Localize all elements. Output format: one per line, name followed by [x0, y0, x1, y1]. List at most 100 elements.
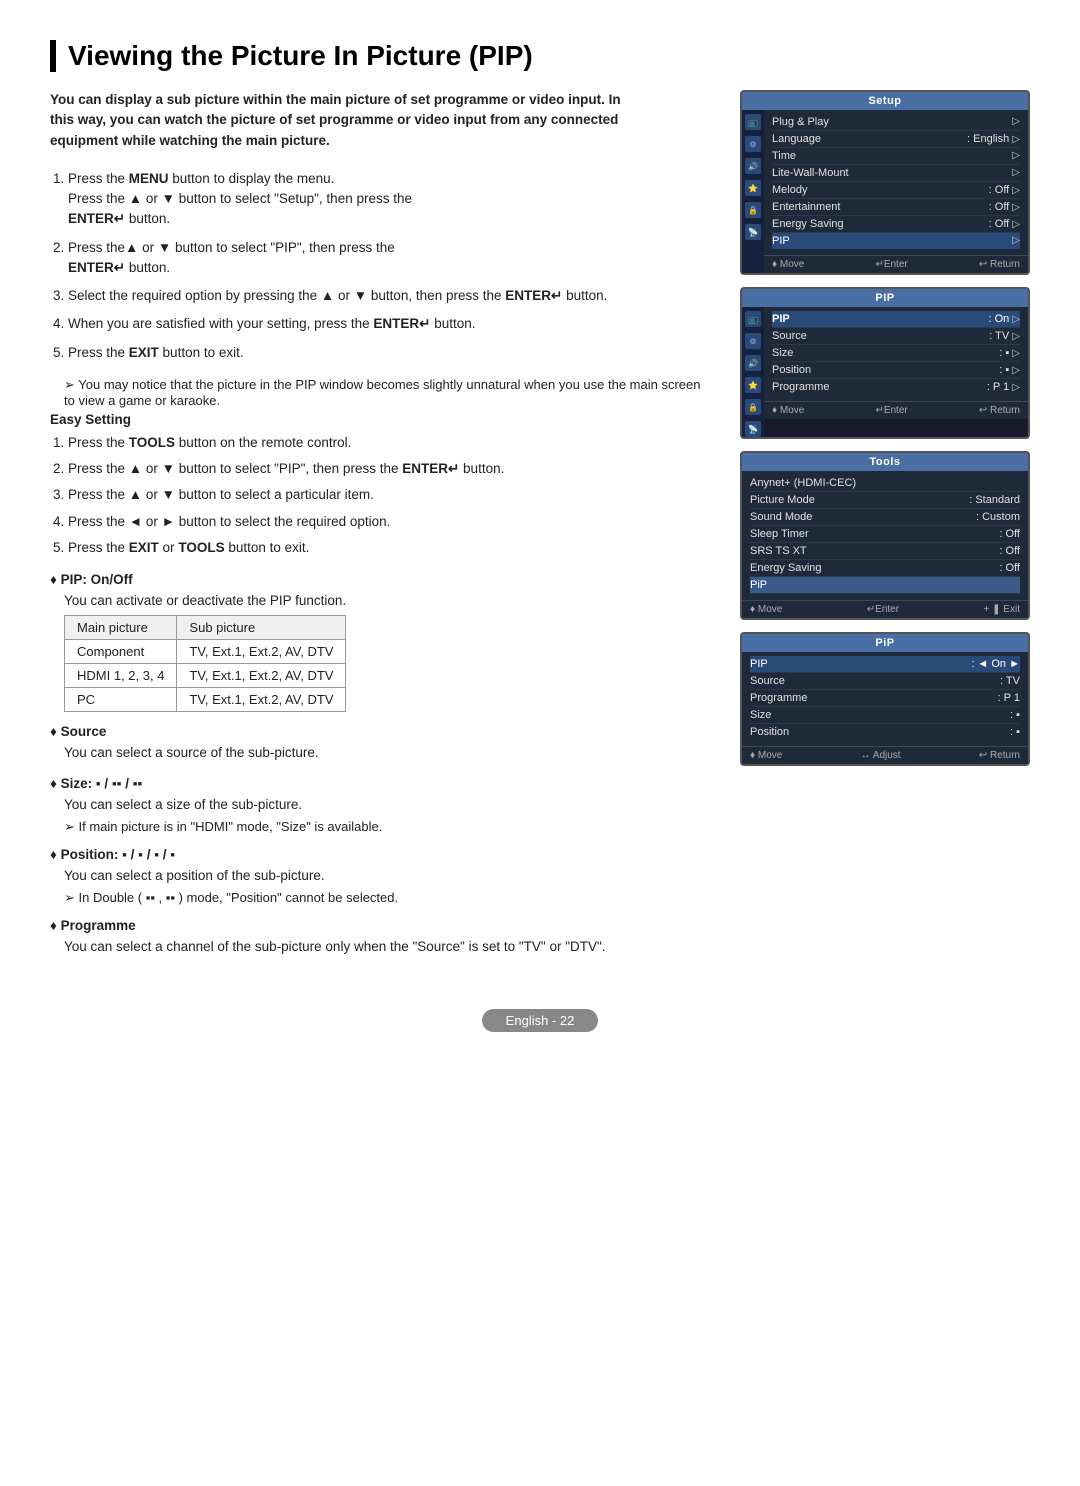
col-sub-picture: Sub picture [177, 616, 346, 640]
setup-row-pip: PIP [772, 233, 1020, 249]
programme-title: Programme [50, 918, 710, 933]
easy-step-2: Press the ▲ or ▼ button to select "PIP",… [68, 459, 710, 479]
pip-row-programme: Programme: P 1 [772, 379, 1020, 395]
tools-row-anynet: Anynet+ (HDMI-CEC) [750, 475, 1020, 492]
pip-footer-return: ↩ Return [979, 405, 1020, 416]
main-layout: You can display a sub picture within the… [50, 90, 1030, 969]
sidebar-icon-3: 🔊 [745, 158, 761, 174]
right-column: Setup 📺 ⚙ 🔊 ⭐ 🔒 📡 Plug & Play [740, 90, 1030, 768]
pip-sidebar-icon-6: 📡 [745, 421, 761, 437]
main-steps-list: Press the MENU button to display the men… [50, 169, 710, 363]
setup-row-wallmount: Lite-Wall-Mount [772, 165, 1020, 182]
table-row: HDMI 1, 2, 3, 4 TV, Ext.1, Ext.2, AV, DT… [65, 664, 346, 688]
setup-rows: Plug & Play Language: English Time Lite-… [764, 110, 1028, 255]
tools-screen: Tools Anynet+ (HDMI-CEC) Picture Mode: S… [740, 451, 1030, 620]
source-title: Source [50, 724, 710, 739]
tools-row-picture: Picture Mode: Standard [750, 492, 1020, 509]
pip-sidebar-icon-4: ⭐ [745, 377, 761, 393]
size-note: If main picture is in "HDMI" mode, "Size… [64, 819, 710, 835]
pip2-body: PIP : ◄ On ► Source : TV Programme : P 1… [742, 652, 1028, 746]
pip-sidebar-icon-5: 🔒 [745, 399, 761, 415]
size-section: Size: ▪ / ▪▪ / ▪▪ You can select a size … [50, 776, 710, 835]
pip-row-position: Position: ▪ [772, 362, 1020, 379]
pip-screen-body: 📺 ⚙ 🔊 ⭐ 🔒 📡 PIP: On Source: TV [742, 307, 1028, 437]
source-body: You can select a source of the sub-pictu… [64, 743, 710, 763]
pip2-footer-adjust: ↔ Adjust [861, 750, 901, 761]
page-title: Viewing the Picture In Picture (PIP) [68, 40, 1030, 72]
pip-sidebar: 📺 ⚙ 🔊 ⭐ 🔒 📡 [742, 307, 764, 437]
sidebar-icon-5: 🔒 [745, 202, 761, 218]
pip-content: PIP: On Source: TV Size: ▪ Position: ▪ [764, 307, 1028, 437]
position-note: In Double ( ▪▪ , ▪▪ ) mode, "Position" c… [64, 890, 710, 906]
setup-footer-move: ♦ Move [772, 259, 804, 270]
pip2-row-pip: PIP : ◄ On ► [750, 656, 1020, 673]
easy-setting-section: Easy Setting Press the TOOLS button on t… [50, 412, 710, 558]
pip-screen: PIP 📺 ⚙ 🔊 ⭐ 🔒 📡 PIP: On [740, 287, 1030, 439]
tools-footer-enter: ↵Enter [867, 604, 899, 615]
tools-footer: ♦ Move ↵Enter + ❚ Exit [742, 600, 1028, 618]
tools-footer-exit: + ❚ Exit [984, 604, 1020, 615]
position-title: Position: ▪ / ▪ / ▪ / ▪ [50, 847, 710, 862]
setup-row-entertainment: Entertainment: Off [772, 199, 1020, 216]
pip-footer-move: ♦ Move [772, 405, 804, 416]
programme-body: You can select a channel of the sub-pict… [64, 937, 710, 957]
easy-step-1: Press the TOOLS button on the remote con… [68, 433, 710, 453]
size-body: You can select a size of the sub-picture… [64, 795, 710, 815]
table-header-row: Main picture Sub picture [65, 616, 346, 640]
pip2-screen: PiP PIP : ◄ On ► Source : TV Programme :… [740, 632, 1030, 766]
footer-badge: English - 22 [482, 1009, 599, 1032]
setup-footer-enter: ↵Enter [875, 259, 907, 270]
pip-sidebar-icon-2: ⚙ [745, 333, 761, 349]
tools-footer-move: ♦ Move [750, 604, 782, 615]
cell-hdmi-sub: TV, Ext.1, Ext.2, AV, DTV [177, 664, 346, 688]
easy-step-5: Press the EXIT or TOOLS button to exit. [68, 538, 710, 558]
setup-footer: ♦ Move ↵Enter ↩ Return [764, 255, 1028, 273]
pip2-footer: ♦ Move ↔ Adjust ↩ Return [742, 746, 1028, 764]
pip-sidebar-icon-3: 🔊 [745, 355, 761, 371]
tools-row-energy: Energy Saving: Off [750, 560, 1020, 577]
pip-screen-title: PIP [742, 289, 1028, 307]
sidebar-icon-4: ⭐ [745, 180, 761, 196]
setup-row-language: Language: English [772, 131, 1020, 148]
cell-hdmi: HDMI 1, 2, 3, 4 [65, 664, 177, 688]
tools-screen-title: Tools [742, 453, 1028, 471]
source-section: Source You can select a source of the su… [50, 724, 710, 763]
tools-row-sleep: Sleep Timer: Off [750, 526, 1020, 543]
title-container: Viewing the Picture In Picture (PIP) [50, 40, 1030, 72]
pip-onoff-section: PIP: On/Off You can activate or deactiva… [50, 572, 710, 712]
setup-screen: Setup 📺 ⚙ 🔊 ⭐ 🔒 📡 Plug & Play [740, 90, 1030, 275]
tools-row-sound: Sound Mode: Custom [750, 509, 1020, 526]
pip-onoff-title: PIP: On/Off [50, 572, 710, 587]
setup-row-melody: Melody: Off [772, 182, 1020, 199]
setup-sidebar: 📺 ⚙ 🔊 ⭐ 🔒 📡 [742, 110, 764, 273]
step-4: When you are satisfied with your setting… [68, 314, 710, 334]
pip-row-pip: PIP: On [772, 311, 1020, 328]
step-1: Press the MENU button to display the men… [68, 169, 710, 230]
pip2-screen-title: PiP [742, 634, 1028, 652]
pip2-row-position: Position : ▪ [750, 724, 1020, 740]
easy-step-4: Press the ◄ or ► button to select the re… [68, 512, 710, 532]
tools-row-pip: PiP [750, 577, 1020, 594]
setup-screen-title: Setup [742, 92, 1028, 110]
pip-row-source: Source: TV [772, 328, 1020, 345]
step-2: Press the▲ or ▼ button to select "PIP", … [68, 238, 710, 279]
programme-section: Programme You can select a channel of th… [50, 918, 710, 957]
cell-pc: PC [65, 688, 177, 712]
pip-footer: ♦ Move ↵Enter ↩ Return [764, 401, 1028, 419]
table-row: PC TV, Ext.1, Ext.2, AV, DTV [65, 688, 346, 712]
intro-paragraph: You can display a sub picture within the… [50, 90, 630, 151]
step-5: Press the EXIT button to exit. [68, 343, 710, 363]
pip-onoff-body: You can activate or deactivate the PIP f… [64, 591, 710, 611]
easy-setting-title: Easy Setting [50, 412, 710, 427]
cell-pc-sub: TV, Ext.1, Ext.2, AV, DTV [177, 688, 346, 712]
sidebar-icon-6: 📡 [745, 224, 761, 240]
position-body: You can select a position of the sub-pic… [64, 866, 710, 886]
pip-row-size: Size: ▪ [772, 345, 1020, 362]
setup-row-energy: Energy Saving: Off [772, 216, 1020, 233]
setup-footer-return: ↩ Return [979, 259, 1020, 270]
col-main-picture: Main picture [65, 616, 177, 640]
pip2-row-programme: Programme : P 1 [750, 690, 1020, 707]
position-section: Position: ▪ / ▪ / ▪ / ▪ You can select a… [50, 847, 710, 906]
pip-sidebar-icon-1: 📺 [745, 311, 761, 327]
pip-footer-enter: ↵Enter [875, 405, 907, 416]
